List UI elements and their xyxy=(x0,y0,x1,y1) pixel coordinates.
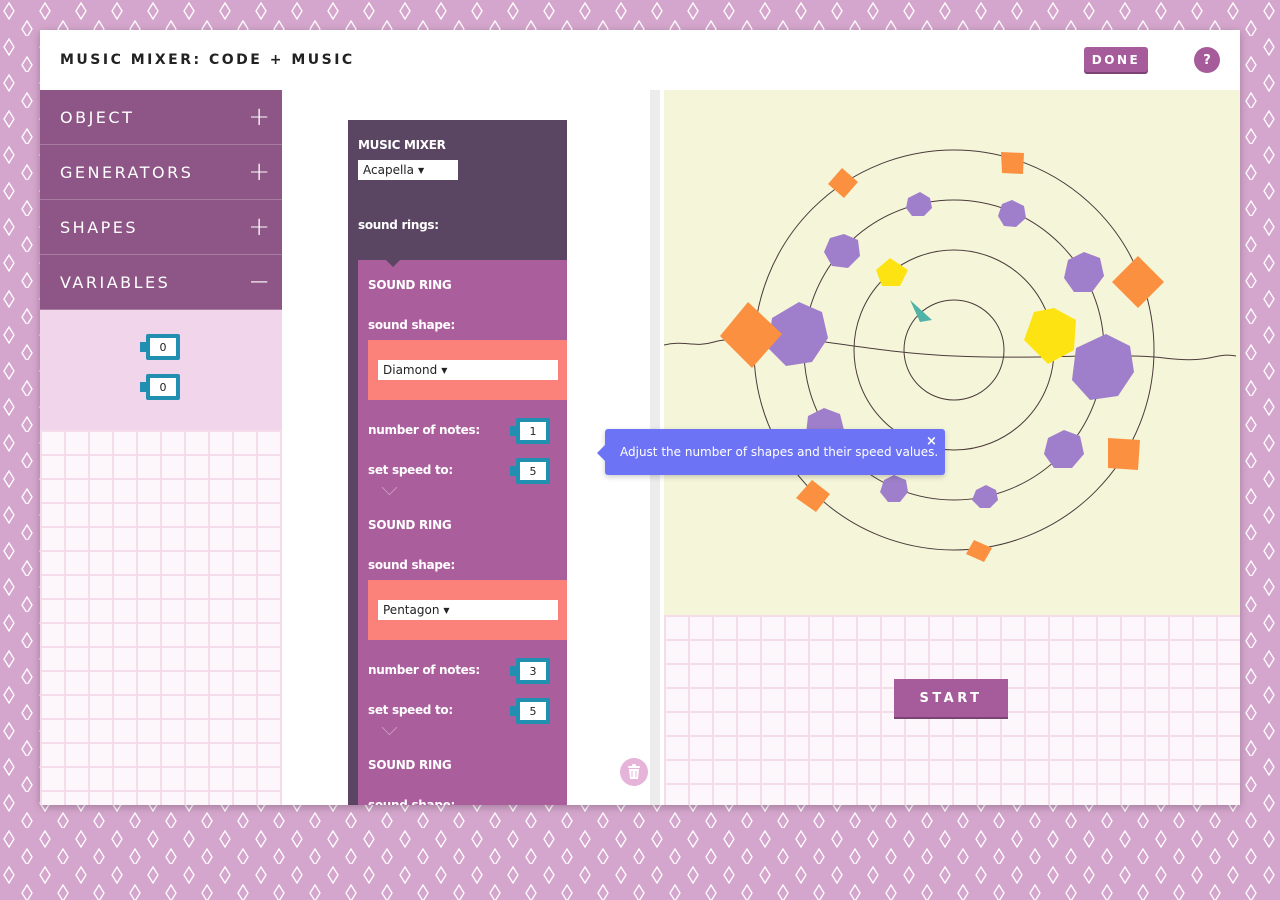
block-notch xyxy=(394,572,406,580)
notes-label: number of notes: xyxy=(368,663,480,677)
app-title: MUSIC MIXER: CODE + MUSIC xyxy=(60,52,355,68)
notes-input[interactable]: 1 xyxy=(510,418,550,444)
trash-icon[interactable] xyxy=(620,758,648,786)
caret-down-icon: ▼ xyxy=(441,365,448,375)
sound-rings-visual xyxy=(664,149,1237,562)
music-stage[interactable] xyxy=(664,90,1240,615)
trash-glyph xyxy=(628,764,640,779)
category-object[interactable]: OBJECT + xyxy=(40,90,282,145)
sound-shape-label: sound shape: xyxy=(368,558,455,572)
sound-ring-block[interactable]: SOUND RING sound shape: Pentagon ▼ numbe… xyxy=(358,500,567,740)
notes-label: number of notes: xyxy=(368,423,480,437)
plus-icon: + xyxy=(248,157,270,187)
category-variables[interactable]: VARIABLES − xyxy=(40,255,282,310)
sound-ring-block[interactable]: SOUND RING sound shape: xyxy=(358,740,567,805)
caret-down-icon: ▼ xyxy=(443,605,450,615)
variable-value: 0 xyxy=(150,338,176,356)
speed-input[interactable]: 5 xyxy=(510,458,550,484)
category-label: GENERATORS xyxy=(60,162,194,182)
category-label: OBJECT xyxy=(60,107,135,127)
header: MUSIC MIXER: CODE + MUSIC DONE ? xyxy=(40,30,1240,90)
sound-shape-label: sound shape: xyxy=(368,318,455,332)
block-notch xyxy=(386,260,400,267)
shape-block[interactable]: Diamond ▼ xyxy=(368,332,567,400)
category-shapes[interactable]: SHAPES + xyxy=(40,200,282,255)
sound-set-value: Acapella xyxy=(363,163,414,177)
help-button[interactable]: ? xyxy=(1194,47,1220,73)
variable-value: 0 xyxy=(150,378,176,396)
block-notch xyxy=(394,332,406,340)
speed-label: set speed to: xyxy=(368,463,453,477)
notes-input[interactable]: 3 xyxy=(510,658,550,684)
chevron-down-icon xyxy=(381,719,398,736)
sound-rings-label: sound rings: xyxy=(358,218,439,232)
shape-value: Pentagon xyxy=(383,603,440,617)
notes-value: 3 xyxy=(520,662,546,680)
speed-input[interactable]: 5 xyxy=(510,698,550,724)
music-mixer-block[interactable]: MUSIC MIXER Acapella ▼ sound rings: SOUN… xyxy=(348,120,567,805)
start-button[interactable]: START xyxy=(894,679,1008,717)
plus-icon: + xyxy=(248,212,270,242)
speed-value: 5 xyxy=(520,702,546,720)
speed-value: 5 xyxy=(520,462,546,480)
shape-dropdown[interactable]: Diamond ▼ xyxy=(378,360,558,380)
plus-icon: + xyxy=(248,102,270,132)
caret-down-icon: ▼ xyxy=(417,165,425,175)
minus-icon: − xyxy=(248,267,270,297)
category-label: SHAPES xyxy=(60,217,139,237)
sound-shape-label: sound shape: xyxy=(368,798,455,805)
shape-block[interactable]: Pentagon ▼ xyxy=(368,572,567,640)
sidebar-grid xyxy=(40,430,282,805)
category-label: VARIABLES xyxy=(60,272,171,292)
ring-title: SOUND RING xyxy=(368,758,452,772)
app-window: MUSIC MIXER: CODE + MUSIC DONE ? OBJECT … xyxy=(40,30,1240,805)
hint-tooltip: Adjust the number of shapes and their sp… xyxy=(597,429,945,475)
ring-title: SOUND RING xyxy=(368,278,452,292)
ring-title: SOUND RING xyxy=(368,518,452,532)
sound-ring-block[interactable]: SOUND RING sound shape: Diamond ▼ number… xyxy=(358,260,567,500)
sound-set-dropdown[interactable]: Acapella ▼ xyxy=(358,160,458,180)
tooltip-arrow xyxy=(597,445,605,461)
block-sidebar: OBJECT + GENERATORS + SHAPES + VARIABLES… xyxy=(40,90,282,805)
done-button[interactable]: DONE xyxy=(1084,47,1148,72)
category-generators[interactable]: GENERATORS + xyxy=(40,145,282,200)
chevron-down-icon xyxy=(381,479,398,496)
block-title: MUSIC MIXER xyxy=(358,138,446,152)
shape-dropdown[interactable]: Pentagon ▼ xyxy=(378,600,558,620)
tooltip-text: Adjust the number of shapes and their sp… xyxy=(620,445,939,459)
shape-value: Diamond xyxy=(383,363,438,377)
playhead-icon xyxy=(910,300,932,322)
speed-label: set speed to: xyxy=(368,703,453,717)
variables-panel: 0 0 xyxy=(40,310,282,430)
notes-value: 1 xyxy=(520,422,546,440)
close-icon[interactable]: × xyxy=(926,434,937,449)
